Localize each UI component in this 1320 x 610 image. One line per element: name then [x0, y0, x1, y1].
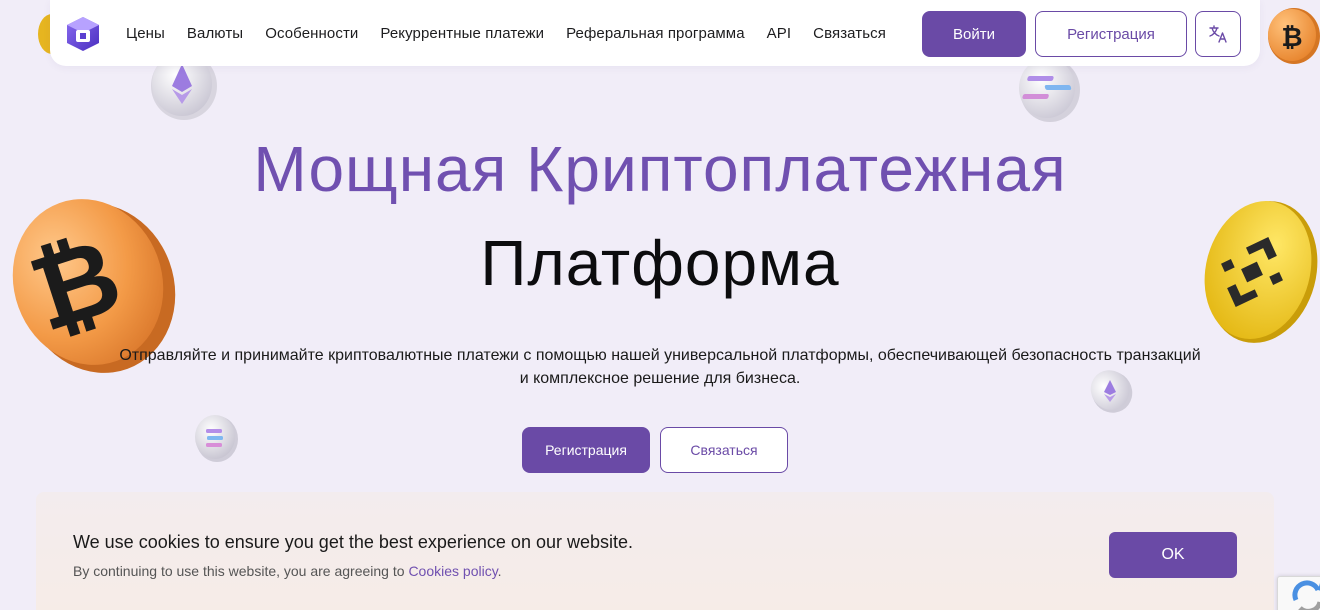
nav-link-contact[interactable]: Связаться: [813, 25, 886, 42]
cookie-text-suffix: .: [497, 563, 502, 579]
hero-subtitle-line1: Отправляйте и принимайте криптовалютные …: [119, 347, 1201, 364]
brand-logo-icon[interactable]: [66, 16, 100, 52]
contact-button-hero[interactable]: Связаться: [660, 427, 788, 473]
nav-link-api[interactable]: API: [767, 25, 791, 42]
cookie-text: By continuing to use this website, you a…: [73, 563, 502, 579]
nav-link-recurring-payments[interactable]: Рекуррентные платежи: [380, 25, 544, 42]
nav-link-features[interactable]: Особенности: [265, 25, 358, 42]
language-button[interactable]: [1195, 11, 1241, 57]
page: ₿ ₿ Цены Валюты Особенности Рекуррентные…: [0, 0, 1320, 610]
login-button[interactable]: Войти: [922, 11, 1026, 57]
nav-link-currencies[interactable]: Валюты: [187, 25, 243, 42]
svg-text:₿: ₿: [1281, 23, 1302, 53]
hero-title-line1: Мощная Криптоплатежная: [253, 133, 1067, 205]
hero-subtitle-line2: и комплексное решение для бизнеса.: [519, 370, 801, 387]
solana-coin-small-left-icon: [195, 415, 238, 462]
hero-title-line2: Платформа: [480, 227, 840, 299]
hero-subtitle: Отправляйте и принимайте криптовалютные …: [40, 344, 1280, 390]
recaptcha-badge[interactable]: [1277, 576, 1320, 610]
main-nav: Цены Валюты Особенности Рекуррентные пла…: [126, 0, 908, 66]
cookies-policy-link[interactable]: Cookies policy: [408, 563, 497, 579]
cookie-title: We use cookies to ensure you get the bes…: [73, 532, 634, 552]
nav-link-referral-program[interactable]: Реферальная программа: [566, 25, 745, 42]
translate-icon: [1209, 25, 1227, 43]
recaptcha-icon: [1292, 580, 1320, 610]
cookie-ok-button[interactable]: OK: [1109, 532, 1237, 578]
nav-link-prices[interactable]: Цены: [126, 25, 165, 42]
register-button-header[interactable]: Регистрация: [1035, 11, 1187, 57]
bitcoin-coin-top-right-icon: ₿: [1268, 8, 1320, 64]
top-navbar: Цены Валюты Особенности Рекуррентные пла…: [50, 0, 1260, 66]
cookie-text-prefix: By continuing to use this website, you a…: [73, 563, 409, 579]
cookie-banner: We use cookies to ensure you get the bes…: [36, 492, 1274, 610]
register-button-hero[interactable]: Регистрация: [522, 427, 650, 473]
